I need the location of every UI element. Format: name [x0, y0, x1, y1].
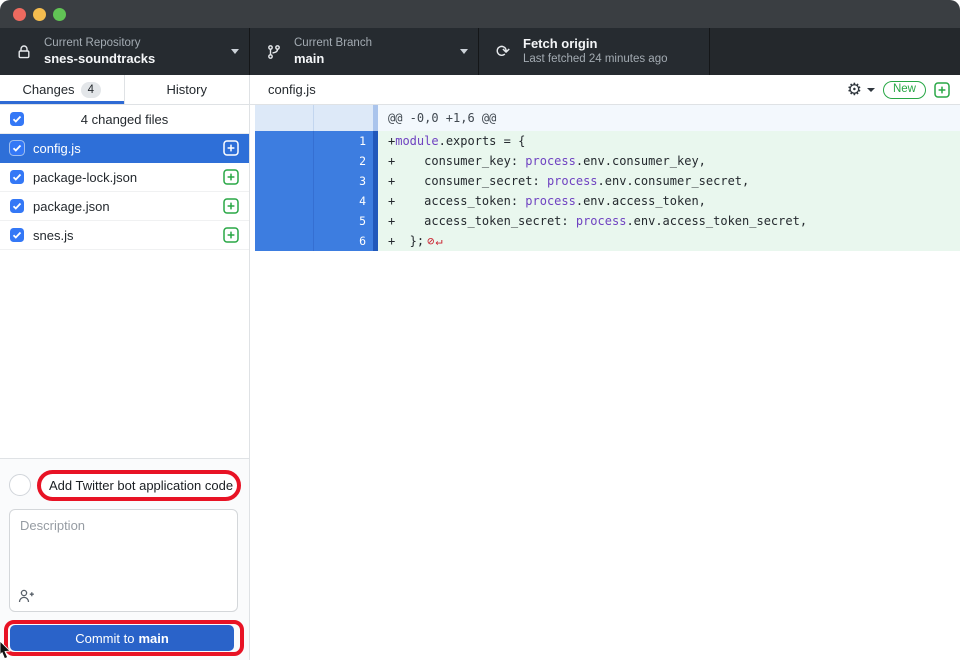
file-checkbox[interactable]: [10, 199, 24, 213]
diff-file-header: config.js ⚙ New: [250, 75, 960, 105]
diff-hunk-header: @@ -0,0 +1,6 @@: [255, 105, 960, 131]
hunk-gutter-old: [255, 105, 314, 131]
chevron-down-icon: [460, 49, 468, 54]
active-tab-indicator: [0, 101, 124, 104]
commit-button[interactable]: Commit to main: [10, 625, 234, 651]
file-checkbox[interactable]: [10, 228, 24, 242]
file-row-package-json[interactable]: package.json: [0, 192, 249, 221]
lock-icon: [14, 44, 34, 60]
new-line-number: 2: [314, 151, 373, 171]
file-row-snes-js[interactable]: snes.js: [0, 221, 249, 250]
sidebar: Changes 4 History 4 changed files config…: [0, 75, 250, 660]
avatar: [9, 474, 31, 496]
old-line-number: [255, 151, 314, 171]
diff-line[interactable]: 1 +module.exports = {: [255, 131, 960, 151]
commit-button-branch: main: [138, 631, 168, 646]
chevron-down-icon: [867, 88, 875, 92]
old-line-number: [255, 211, 314, 231]
tab-changes-label: Changes: [23, 82, 75, 97]
gear-icon: ⚙: [847, 81, 862, 98]
commit-button-label: Commit to: [75, 631, 134, 646]
current-repository-dropdown[interactable]: Current Repository snes-soundtracks: [0, 28, 250, 75]
file-status-badge: New: [883, 81, 926, 99]
diff-line[interactable]: 6 + };⊘↵: [255, 231, 960, 251]
app-window: Current Repository snes-soundtracks Curr…: [0, 0, 960, 660]
diff-filename: config.js: [268, 82, 316, 97]
annotation-highlight-summary: [37, 470, 241, 501]
file-checkbox[interactable]: [10, 170, 24, 184]
file-name: config.js: [33, 141, 81, 156]
toolbar: Current Repository snes-soundtracks Curr…: [0, 28, 960, 75]
line-content: + access_token_secret: process.env.acces…: [378, 211, 960, 231]
line-content: + consumer_key: process.env.consumer_key…: [378, 151, 960, 171]
hunk-header-text: @@ -0,0 +1,6 @@: [378, 105, 960, 131]
repository-label: Current Repository: [44, 36, 155, 50]
old-line-number: [255, 131, 314, 151]
diff-view: @@ -0,0 +1,6 @@ 1 +module.exports = { 2 …: [250, 105, 960, 251]
new-line-number: 6: [314, 231, 373, 251]
added-file-icon: [223, 169, 239, 185]
expand-diff-icon[interactable]: [934, 82, 950, 98]
diff-line[interactable]: 3 + consumer_secret: process.env.consume…: [255, 171, 960, 191]
file-row-package-lock-json[interactable]: package-lock.json: [0, 163, 249, 192]
file-name: package.json: [33, 199, 110, 214]
mouse-cursor: [0, 640, 14, 660]
diff-options-button[interactable]: ⚙: [847, 81, 875, 98]
zoom-window-button[interactable]: [53, 8, 66, 21]
fetch-origin-button[interactable]: ⟳ Fetch origin Last fetched 24 minutes a…: [479, 28, 710, 75]
no-newline-icon: ⊘↵: [427, 234, 443, 248]
branch-name: main: [294, 51, 372, 67]
git-branch-icon: [264, 44, 284, 60]
hunk-gutter-new: [314, 105, 373, 131]
titlebar: [0, 0, 960, 28]
line-content: + };⊘↵: [378, 231, 960, 251]
current-branch-dropdown[interactable]: Current Branch main: [250, 28, 479, 75]
line-content: + access_token: process.env.access_token…: [378, 191, 960, 211]
fetch-subtitle: Last fetched 24 minutes ago: [523, 52, 668, 66]
changes-count-badge: 4: [81, 82, 101, 98]
new-line-number: 4: [314, 191, 373, 211]
annotation-highlight-commit-button: Commit to main: [4, 620, 244, 656]
new-line-number: 1: [314, 131, 373, 151]
sidebar-tabs: Changes 4 History: [0, 75, 249, 105]
repository-name: snes-soundtracks: [44, 51, 155, 67]
chevron-down-icon: [231, 49, 239, 54]
add-coauthor-icon[interactable]: [18, 588, 36, 604]
commit-description-input[interactable]: [10, 510, 237, 582]
added-file-icon: [223, 198, 239, 214]
added-file-icon: [223, 140, 239, 156]
new-line-number: 5: [314, 211, 373, 231]
commit-description-box: [9, 509, 238, 612]
close-window-button[interactable]: [13, 8, 26, 21]
line-content: + consumer_secret: process.env.consumer_…: [378, 171, 960, 191]
branch-label: Current Branch: [294, 36, 372, 50]
file-checkbox[interactable]: [10, 141, 24, 155]
old-line-number: [255, 191, 314, 211]
changed-files-header: 4 changed files: [0, 105, 249, 134]
diff-line[interactable]: 5 + access_token_secret: process.env.acc…: [255, 211, 960, 231]
main-pane: config.js ⚙ New @@ -0,0 +1,6 @@: [250, 75, 960, 660]
old-line-number: [255, 171, 314, 191]
commit-summary-input[interactable]: [41, 478, 237, 493]
new-line-number: 3: [314, 171, 373, 191]
line-content: +module.exports = {: [378, 131, 960, 151]
file-name: package-lock.json: [33, 170, 137, 185]
file-row-config-js[interactable]: config.js: [0, 134, 249, 163]
diff-line[interactable]: 4 + access_token: process.env.access_tok…: [255, 191, 960, 211]
fetch-title: Fetch origin: [523, 36, 668, 52]
file-name: snes.js: [33, 228, 73, 243]
diff-line[interactable]: 2 + consumer_key: process.env.consumer_k…: [255, 151, 960, 171]
commit-panel: Commit to main: [0, 458, 249, 660]
tab-changes[interactable]: Changes 4: [0, 75, 125, 104]
changed-files-count: 4 changed files: [0, 112, 249, 127]
tab-history[interactable]: History: [125, 75, 250, 104]
tab-history-label: History: [167, 82, 207, 97]
minimize-window-button[interactable]: [33, 8, 46, 21]
added-file-icon: [223, 227, 239, 243]
old-line-number: [255, 231, 314, 251]
sync-icon: ⟳: [493, 43, 513, 60]
toolbar-spacer: [710, 28, 960, 75]
